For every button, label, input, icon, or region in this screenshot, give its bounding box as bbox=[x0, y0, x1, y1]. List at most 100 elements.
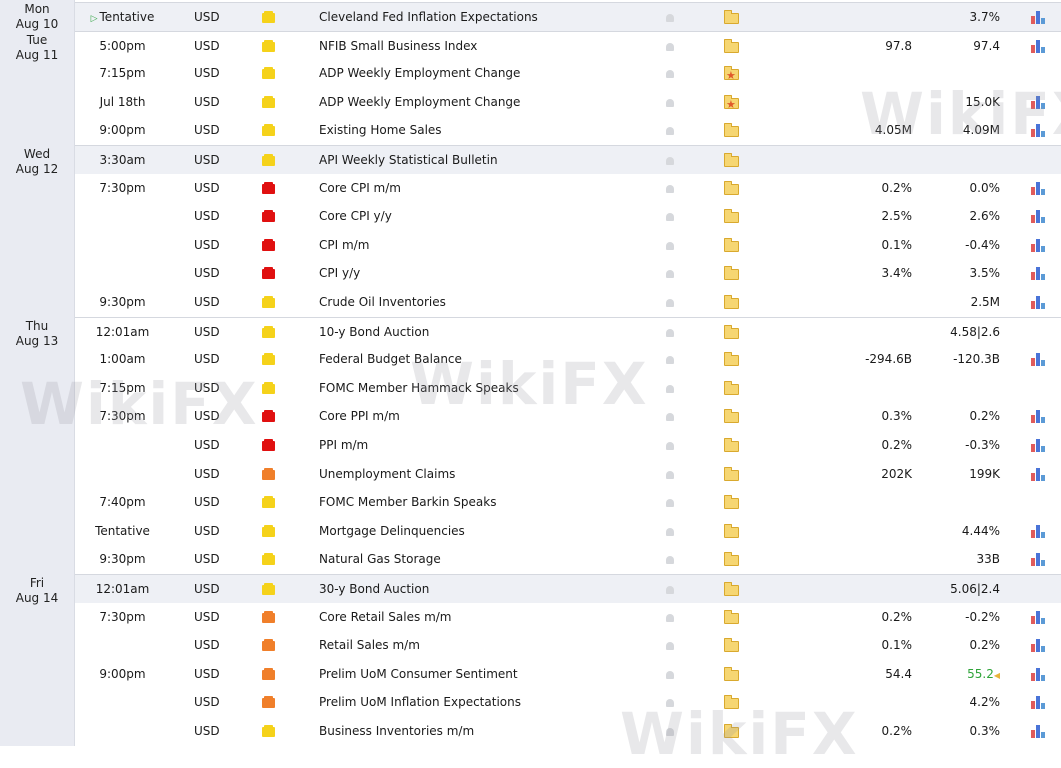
table-row[interactable]: 7:15pm USD FOMC Member Hammack Speaks bbox=[0, 374, 1061, 403]
bell-icon[interactable] bbox=[666, 146, 678, 175]
chart-icon[interactable] bbox=[1031, 202, 1047, 231]
table-row[interactable]: 9:00pm USD Prelim UoM Consumer Sentiment 54… bbox=[0, 660, 1061, 689]
chart-icon[interactable] bbox=[1031, 717, 1047, 746]
table-row[interactable]: USD CPI y/y 3.4% 3.5% bbox=[0, 259, 1061, 288]
event-name[interactable]: ADP Weekly Employment Change bbox=[319, 59, 659, 88]
bell-icon[interactable] bbox=[666, 545, 678, 574]
bell-icon[interactable] bbox=[666, 660, 678, 689]
folder-icon[interactable] bbox=[724, 231, 740, 260]
folder-icon[interactable] bbox=[724, 575, 740, 604]
event-name[interactable]: Existing Home Sales bbox=[319, 116, 659, 145]
event-name[interactable]: Prelim UoM Consumer Sentiment bbox=[319, 660, 659, 689]
folder-icon[interactable] bbox=[724, 32, 740, 61]
event-name[interactable]: FOMC Member Barkin Speaks bbox=[319, 488, 659, 517]
folder-icon[interactable]: ★ bbox=[724, 59, 740, 88]
event-name[interactable]: API Weekly Statistical Bulletin bbox=[319, 146, 659, 175]
folder-icon[interactable] bbox=[724, 545, 740, 574]
bell-icon[interactable] bbox=[666, 345, 678, 374]
table-row[interactable]: 7:40pm USD FOMC Member Barkin Speaks bbox=[0, 488, 1061, 517]
table-row[interactable]: 9:00pm USD Existing Home Sales 4.05M 4.09M bbox=[0, 116, 1061, 145]
event-name[interactable]: Core Retail Sales m/m bbox=[319, 603, 659, 632]
chart-icon[interactable] bbox=[1031, 116, 1047, 145]
event-name[interactable]: PPI m/m bbox=[319, 431, 659, 460]
bell-icon[interactable] bbox=[666, 631, 678, 660]
chart-icon[interactable] bbox=[1031, 88, 1047, 117]
table-row[interactable]: USD Retail Sales m/m 0.1% 0.2% bbox=[0, 631, 1061, 660]
bell-icon[interactable] bbox=[666, 603, 678, 632]
chart-icon[interactable] bbox=[1031, 545, 1047, 574]
event-name[interactable]: Core CPI m/m bbox=[319, 174, 659, 203]
table-row[interactable]: USD Core CPI y/y 2.5% 2.6% bbox=[0, 202, 1061, 231]
table-row[interactable]: 12:01am USD 30-y Bond Auction 5.06|2.4 bbox=[0, 574, 1061, 603]
bell-icon[interactable] bbox=[666, 488, 678, 517]
table-row[interactable]: Tentative USD Mortgage Delinquencies 4.44% bbox=[0, 517, 1061, 546]
event-name[interactable]: 30-y Bond Auction bbox=[319, 575, 659, 604]
folder-icon[interactable] bbox=[724, 488, 740, 517]
table-row[interactable]: USD Business Inventories m/m 0.2% 0.3% bbox=[0, 717, 1061, 746]
folder-icon[interactable] bbox=[724, 402, 740, 431]
folder-icon[interactable] bbox=[724, 517, 740, 546]
folder-icon[interactable] bbox=[724, 603, 740, 632]
chart-icon[interactable] bbox=[1031, 431, 1047, 460]
folder-icon[interactable] bbox=[724, 288, 740, 317]
table-row[interactable]: 7:15pm USD ADP Weekly Employment Change ★ bbox=[0, 59, 1061, 88]
table-row[interactable]: 1:00am USD Federal Budget Balance -294.6B -1… bbox=[0, 345, 1061, 374]
chart-icon[interactable] bbox=[1031, 174, 1047, 203]
event-name[interactable]: Mortgage Delinquencies bbox=[319, 517, 659, 546]
chart-icon[interactable] bbox=[1031, 345, 1047, 374]
folder-icon[interactable] bbox=[724, 717, 740, 746]
chart-icon[interactable] bbox=[1031, 259, 1047, 288]
folder-icon[interactable] bbox=[724, 631, 740, 660]
folder-icon[interactable] bbox=[724, 345, 740, 374]
event-name[interactable]: CPI m/m bbox=[319, 231, 659, 260]
chart-icon[interactable] bbox=[1031, 32, 1047, 61]
event-name[interactable]: Natural Gas Storage bbox=[319, 545, 659, 574]
event-name[interactable]: 10-y Bond Auction bbox=[319, 318, 659, 347]
table-row[interactable]: 7:30pm USD Core PPI m/m 0.3% 0.2% bbox=[0, 402, 1061, 431]
bell-icon[interactable] bbox=[666, 717, 678, 746]
event-name[interactable]: ADP Weekly Employment Change bbox=[319, 88, 659, 117]
event-name[interactable]: Retail Sales m/m bbox=[319, 631, 659, 660]
bell-icon[interactable] bbox=[666, 288, 678, 317]
folder-icon[interactable] bbox=[724, 318, 740, 347]
bell-icon[interactable] bbox=[666, 32, 678, 61]
folder-icon[interactable] bbox=[724, 660, 740, 689]
chart-icon[interactable] bbox=[1031, 460, 1047, 489]
table-row[interactable]: 9:30pm USD Crude Oil Inventories 2.5M bbox=[0, 288, 1061, 317]
folder-icon[interactable] bbox=[724, 116, 740, 145]
bell-icon[interactable] bbox=[666, 402, 678, 431]
bell-icon[interactable] bbox=[666, 460, 678, 489]
event-name[interactable]: Core PPI m/m bbox=[319, 402, 659, 431]
event-name[interactable]: Prelim UoM Inflation Expectations bbox=[319, 688, 659, 717]
folder-icon[interactable] bbox=[724, 146, 740, 175]
folder-icon[interactable] bbox=[724, 374, 740, 403]
bell-icon[interactable] bbox=[666, 202, 678, 231]
chart-icon[interactable] bbox=[1031, 603, 1047, 632]
bell-icon[interactable] bbox=[666, 3, 678, 32]
event-name[interactable]: NFIB Small Business Index bbox=[319, 32, 659, 61]
bell-icon[interactable] bbox=[666, 431, 678, 460]
chart-icon[interactable] bbox=[1031, 517, 1047, 546]
folder-icon[interactable] bbox=[724, 460, 740, 489]
chart-icon[interactable] bbox=[1031, 3, 1047, 32]
bell-icon[interactable] bbox=[666, 59, 678, 88]
table-row[interactable]: 9:30pm USD Natural Gas Storage 33B bbox=[0, 545, 1061, 574]
table-row[interactable]: Jul 18th USD ADP Weekly Employment Change ★… bbox=[0, 88, 1061, 117]
event-name[interactable]: Business Inventories m/m bbox=[319, 717, 659, 746]
bell-icon[interactable] bbox=[666, 174, 678, 203]
table-row[interactable]: 7:30pm USD Core Retail Sales m/m 0.2% -0.2% bbox=[0, 603, 1061, 632]
bell-icon[interactable] bbox=[666, 259, 678, 288]
folder-icon[interactable] bbox=[724, 259, 740, 288]
bell-icon[interactable] bbox=[666, 231, 678, 260]
folder-icon[interactable]: ★ bbox=[724, 88, 740, 117]
event-name[interactable]: Cleveland Fed Inflation Expectations bbox=[319, 3, 659, 32]
bell-icon[interactable] bbox=[666, 116, 678, 145]
bell-icon[interactable] bbox=[666, 688, 678, 717]
chart-icon[interactable] bbox=[1031, 660, 1047, 689]
table-row[interactable]: USD Unemployment Claims 202K 199K bbox=[0, 460, 1061, 489]
bell-icon[interactable] bbox=[666, 517, 678, 546]
folder-icon[interactable] bbox=[724, 431, 740, 460]
folder-icon[interactable] bbox=[724, 202, 740, 231]
table-row[interactable]: 5:00pm USD NFIB Small Business Index 97.8 97… bbox=[0, 30, 1061, 61]
chart-icon[interactable] bbox=[1031, 631, 1047, 660]
